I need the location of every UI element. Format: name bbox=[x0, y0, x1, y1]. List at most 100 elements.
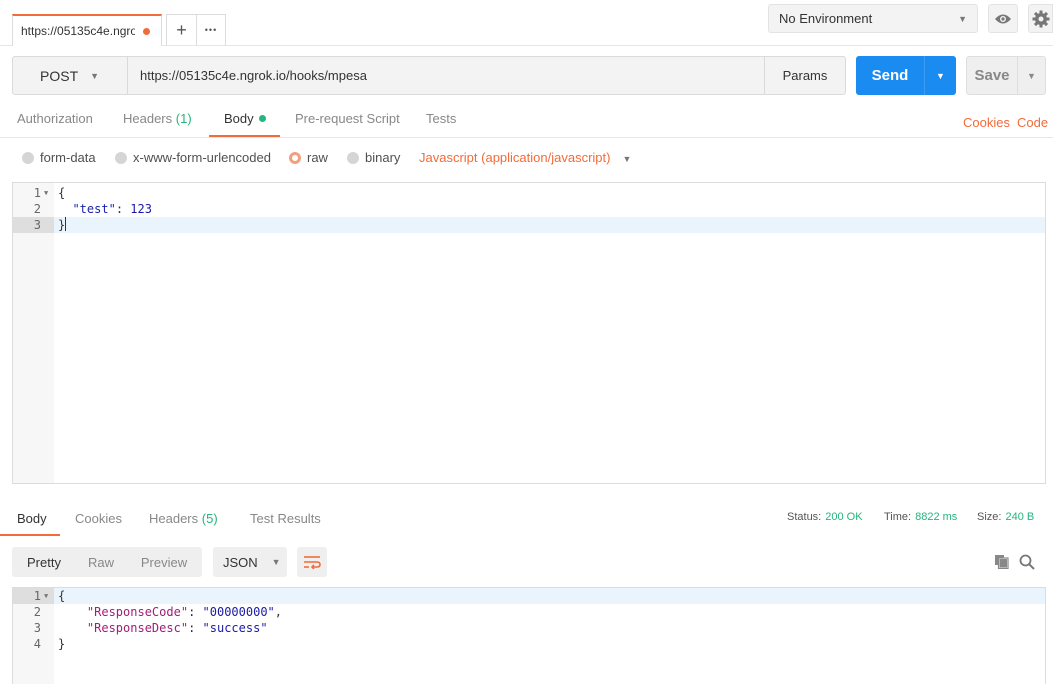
view-raw-button[interactable]: Raw bbox=[76, 547, 126, 577]
content-type-label: Javascript (application/javascript) bbox=[419, 150, 611, 165]
response-headers-count: (5) bbox=[201, 511, 218, 526]
tab-headers-label: Headers bbox=[123, 111, 173, 126]
radio-circle-selected bbox=[289, 151, 301, 164]
chevron-down-icon: ▼ bbox=[1027, 70, 1036, 81]
method-select[interactable]: POST ▼ bbox=[13, 57, 128, 94]
line-number: 1 bbox=[33, 186, 41, 200]
line-number: 3 bbox=[33, 218, 41, 232]
send-label: Send bbox=[871, 67, 909, 84]
radio-raw[interactable]: raw bbox=[289, 150, 328, 165]
response-body-viewer[interactable]: 1 ▼ { 2 "ResponseCode": "00000000", 3 "R… bbox=[12, 587, 1046, 684]
radio-raw-label: raw bbox=[307, 150, 328, 165]
tab-pre-request-label: Pre-request Script bbox=[295, 111, 400, 126]
response-format-label: JSON bbox=[223, 554, 258, 570]
body-type-options: form-data x-www-form-urlencoded raw bina… bbox=[22, 150, 662, 166]
radio-circle bbox=[115, 151, 127, 164]
environment-label: No Environment bbox=[779, 11, 873, 26]
method-label: POST bbox=[40, 67, 79, 84]
tab-headers[interactable]: Headers (1) bbox=[123, 104, 192, 137]
fold-arrow-icon[interactable]: ▼ bbox=[44, 185, 48, 201]
new-tab-button[interactable]: + bbox=[167, 15, 196, 45]
response-format-select[interactable]: JSON ▼ bbox=[213, 547, 287, 577]
wrap-lines-icon bbox=[304, 556, 321, 569]
tab-authorization-label: Authorization bbox=[17, 111, 93, 126]
wrap-lines-button[interactable] bbox=[297, 547, 327, 577]
request-body-editor[interactable]: 1 ▼ { 2 "test": 123 3 } bbox=[12, 182, 1046, 484]
request-tabs: Authorization Headers (1) Body Pre-reque… bbox=[0, 104, 1053, 138]
response-view-mode: Pretty Raw Preview bbox=[12, 547, 202, 577]
chevron-down-icon: ▼ bbox=[958, 13, 967, 24]
copy-icon bbox=[995, 555, 1009, 570]
response-tab-headers[interactable]: Headers (5) bbox=[149, 511, 218, 526]
tab-body-label: Body bbox=[224, 111, 254, 126]
active-line-highlight bbox=[13, 217, 1045, 233]
line-number: 2 bbox=[33, 605, 41, 619]
response-tab-body[interactable]: Body bbox=[0, 511, 60, 536]
request-tab[interactable]: https://05135c4e.ngrok.io/hooks/mpesa bbox=[12, 14, 162, 46]
environment-quick-look-button[interactable] bbox=[988, 4, 1018, 33]
response-tab-body-label: Body bbox=[17, 511, 47, 526]
radio-binary-label: binary bbox=[365, 150, 401, 165]
text-cursor bbox=[65, 217, 67, 231]
response-tab-cookies[interactable]: Cookies bbox=[75, 511, 122, 526]
line-number: 4 bbox=[33, 637, 41, 651]
settings-button[interactable] bbox=[1028, 4, 1053, 33]
tab-tests-label: Tests bbox=[426, 111, 457, 126]
code-line: "ResponseCode": "00000000", bbox=[86, 605, 282, 619]
radio-circle bbox=[347, 151, 359, 164]
code-line: "ResponseDesc": "success" bbox=[86, 621, 268, 635]
unsaved-indicator bbox=[143, 27, 150, 35]
response-status[interactable]: Status: 200 OK bbox=[787, 511, 863, 523]
copy-button[interactable] bbox=[994, 554, 1009, 572]
url-input[interactable] bbox=[128, 57, 764, 94]
tab-options-button[interactable]: ••• bbox=[195, 15, 225, 45]
eye-icon bbox=[995, 14, 1011, 23]
code-line: { bbox=[58, 185, 65, 201]
brace-open: { bbox=[58, 589, 66, 603]
size-value: 240 B bbox=[1005, 511, 1035, 523]
radio-urlencoded[interactable]: x-www-form-urlencoded bbox=[115, 150, 271, 165]
search-button[interactable] bbox=[1019, 554, 1035, 573]
fold-arrow-icon[interactable]: ▼ bbox=[44, 588, 48, 604]
content-type-select[interactable]: Javascript (application/javascript) ▼ bbox=[419, 150, 631, 165]
chevron-down-icon: ▼ bbox=[936, 70, 945, 81]
radio-form-data-label: form-data bbox=[40, 150, 96, 165]
tab-authorization[interactable]: Authorization bbox=[17, 104, 93, 137]
json-value: 123 bbox=[130, 202, 152, 216]
time-label: Time: bbox=[884, 511, 912, 523]
tab-pre-request-script[interactable]: Pre-request Script bbox=[295, 104, 400, 137]
save-options-button[interactable]: ▼ bbox=[1017, 57, 1045, 94]
line-number: 3 bbox=[33, 621, 41, 635]
radio-urlencoded-label: x-www-form-urlencoded bbox=[133, 150, 271, 165]
view-preview-button[interactable]: Preview bbox=[126, 547, 202, 577]
url-bar: POST ▼ Params bbox=[12, 56, 846, 95]
radio-circle bbox=[22, 151, 34, 164]
send-button[interactable]: Send ▼ bbox=[856, 56, 956, 95]
code-link[interactable]: Code bbox=[1017, 115, 1048, 130]
headers-count-badge: (1) bbox=[175, 111, 192, 126]
params-button[interactable]: Params bbox=[764, 57, 845, 94]
cookies-link[interactable]: Cookies bbox=[963, 115, 1010, 130]
radio-binary[interactable]: binary bbox=[347, 150, 400, 165]
response-size[interactable]: Size: 240 B bbox=[977, 511, 1034, 523]
view-pretty-button[interactable]: Pretty bbox=[12, 547, 76, 577]
status-label: Status: bbox=[787, 511, 822, 523]
active-line-highlight bbox=[13, 588, 1045, 604]
tab-tests[interactable]: Tests bbox=[426, 104, 456, 137]
response-time[interactable]: Time: 8822 ms bbox=[884, 511, 957, 523]
environment-select[interactable]: No Environment ▼ bbox=[768, 4, 978, 33]
search-icon bbox=[1019, 554, 1035, 570]
send-options-button[interactable]: ▼ bbox=[924, 56, 956, 95]
radio-form-data[interactable]: form-data bbox=[22, 150, 96, 165]
code-line: } bbox=[58, 636, 65, 652]
params-label: Params bbox=[782, 68, 828, 83]
json-key: "ResponseCode" bbox=[86, 605, 189, 619]
tab-body[interactable]: Body bbox=[209, 104, 280, 137]
save-button[interactable]: Save ▼ bbox=[966, 56, 1046, 95]
tab-actions: + ••• bbox=[166, 14, 226, 46]
response-tab-test-results[interactable]: Test Results bbox=[250, 511, 321, 526]
brace-open: { bbox=[58, 186, 66, 200]
code-line: } bbox=[58, 217, 67, 233]
line-number: 1 bbox=[33, 589, 41, 603]
brace-close: } bbox=[58, 218, 66, 232]
